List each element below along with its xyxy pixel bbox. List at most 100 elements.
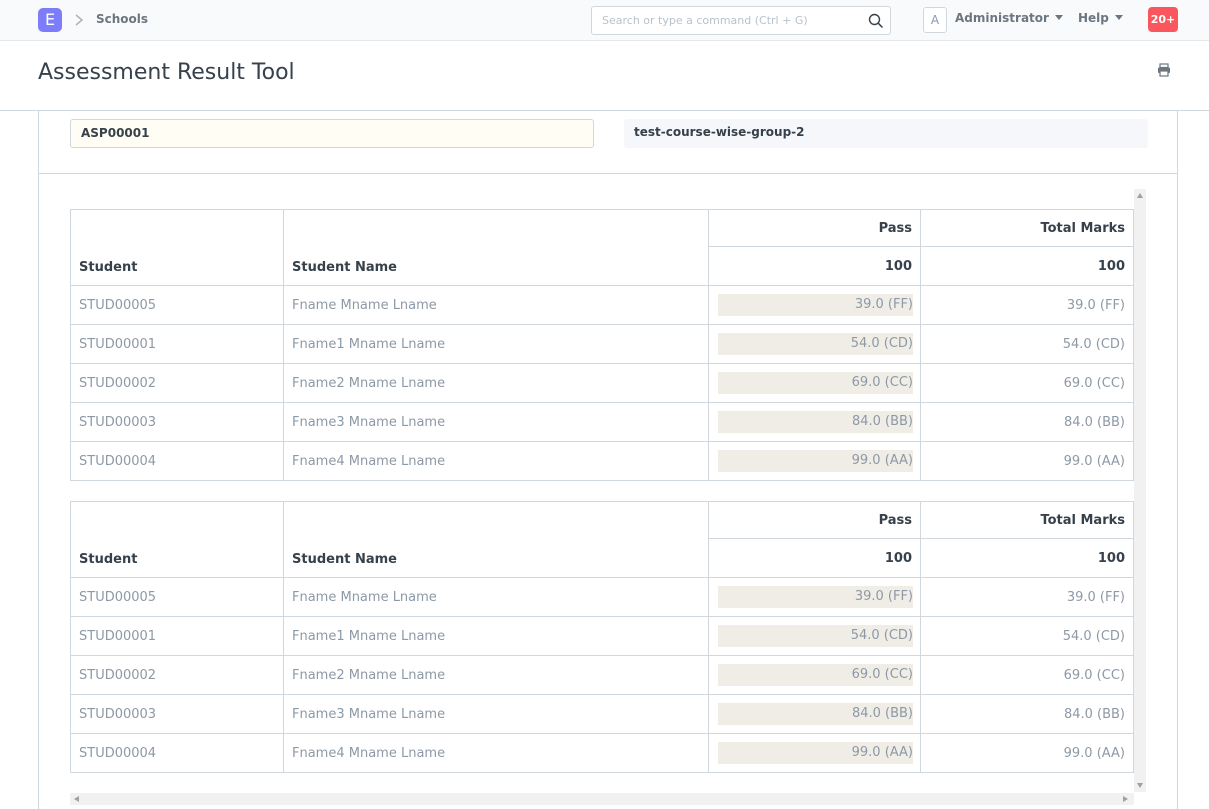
scroll-right-icon[interactable] [1123, 796, 1128, 802]
student-group-field[interactable]: test-course-wise-group-2 [624, 119, 1148, 148]
chevron-right-icon [74, 10, 88, 30]
navbar: E Schools Search or type a command (Ctrl… [0, 0, 1209, 41]
scroll-down-icon[interactable] [1137, 783, 1143, 788]
page-head: Assessment Result Tool [0, 42, 1209, 111]
student-id-cell: STUD00005 [70, 577, 284, 617]
table-row: STUD00005 Fname Mname Lname 39.0 (FF) 39.0 … [70, 285, 1134, 325]
header-total-max: 100 [920, 246, 1134, 286]
notifications-badge[interactable]: 20+ [1148, 7, 1178, 32]
table-row: STUD00003 Fname3 Mname Lname 84.0 (BB) 84.0… [70, 402, 1134, 442]
student-name-cell: Fname Mname Lname [283, 285, 709, 325]
table-row: STUD00004 Fname4 Mname Lname 99.0 (AA) 99.0… [70, 733, 1134, 773]
pass-score-input[interactable]: 39.0 (FF) [718, 586, 913, 608]
student-name-cell: Fname4 Mname Lname [283, 441, 709, 481]
header-pass-max: 100 [708, 246, 921, 286]
header-total-marks: Total Marks [920, 501, 1134, 539]
student-id-cell: STUD00002 [70, 655, 284, 695]
student-name-cell: Fname2 Mname Lname [283, 363, 709, 403]
student-id-cell: STUD00001 [70, 616, 284, 656]
user-menu[interactable]: Administrator [955, 11, 1063, 25]
page-title: Assessment Result Tool [38, 60, 295, 85]
student-name-cell: Fname1 Mname Lname [283, 324, 709, 364]
app-logo[interactable]: E [38, 8, 62, 32]
student-name-cell: Fname4 Mname Lname [283, 733, 709, 773]
total-marks-cell: 39.0 (FF) [920, 577, 1134, 617]
caret-down-icon [1114, 15, 1123, 20]
pass-score-cell[interactable]: 84.0 (BB) [708, 402, 921, 442]
total-marks-cell: 69.0 (CC) [920, 363, 1134, 403]
scroll-up-icon[interactable] [1137, 193, 1143, 198]
result-table: Student Student Name Pass Total Marks 100 100… [70, 501, 1134, 773]
main-frame: ASP00001 test-course-wise-group-2 Studen… [38, 111, 1178, 809]
student-name-cell: Fname2 Mname Lname [283, 655, 709, 695]
pass-score-input[interactable]: 84.0 (BB) [718, 703, 913, 725]
pass-score-cell[interactable]: 54.0 (CD) [708, 324, 921, 364]
student-id-cell: STUD00004 [70, 441, 284, 481]
caret-down-icon [1054, 15, 1063, 20]
scroll-left-icon[interactable] [74, 796, 79, 802]
total-marks-cell: 84.0 (BB) [920, 402, 1134, 442]
student-id-cell: STUD00001 [70, 324, 284, 364]
pass-score-cell[interactable]: 69.0 (CC) [708, 363, 921, 403]
search-input[interactable]: Search or type a command (Ctrl + G) [602, 14, 808, 27]
help-menu[interactable]: Help [1078, 11, 1123, 25]
pass-score-input[interactable]: 99.0 (AA) [718, 450, 913, 472]
total-marks-cell: 54.0 (CD) [920, 616, 1134, 656]
breadcrumb-schools[interactable]: Schools [96, 12, 148, 26]
total-marks-cell: 39.0 (FF) [920, 285, 1134, 325]
search-bar[interactable]: Search or type a command (Ctrl + G) [591, 6, 891, 35]
assessment-plan-field[interactable]: ASP00001 [70, 119, 594, 148]
user-name: Administrator [955, 11, 1049, 25]
help-label: Help [1078, 11, 1109, 25]
table-row: STUD00001 Fname1 Mname Lname 54.0 (CD) 54.0… [70, 616, 1134, 656]
student-name-cell: Fname Mname Lname [283, 577, 709, 617]
horizontal-scrollbar[interactable] [70, 793, 1134, 805]
table-row: STUD00001 Fname1 Mname Lname 54.0 (CD) 54.0… [70, 324, 1134, 364]
header-student-name: Student Name [283, 501, 709, 578]
pass-score-cell[interactable]: 39.0 (FF) [708, 285, 921, 325]
pass-score-input[interactable]: 69.0 (CC) [718, 372, 913, 394]
total-marks-cell: 99.0 (AA) [920, 733, 1134, 773]
result-table: Student Student Name Pass Total Marks 100 100… [70, 209, 1134, 481]
header-total-max: 100 [920, 538, 1134, 578]
pass-score-input[interactable]: 39.0 (FF) [718, 294, 913, 316]
pass-score-cell[interactable]: 99.0 (AA) [708, 733, 921, 773]
pass-score-cell[interactable]: 54.0 (CD) [708, 616, 921, 656]
results-scroll-area[interactable]: Student Student Name Pass Total Marks 100 100… [70, 187, 1148, 807]
print-icon[interactable] [1157, 62, 1171, 77]
student-id-cell: STUD00003 [70, 694, 284, 734]
student-name-cell: Fname1 Mname Lname [283, 616, 709, 656]
student-name-cell: Fname3 Mname Lname [283, 402, 709, 442]
pass-score-input[interactable]: 69.0 (CC) [718, 664, 913, 686]
pass-score-input[interactable]: 84.0 (BB) [718, 411, 913, 433]
table-row: STUD00005 Fname Mname Lname 39.0 (FF) 39.0 … [70, 577, 1134, 617]
search-icon[interactable] [868, 13, 884, 29]
table-row: STUD00004 Fname4 Mname Lname 99.0 (AA) 99.0… [70, 441, 1134, 481]
table-row: STUD00003 Fname3 Mname Lname 84.0 (BB) 84.0… [70, 694, 1134, 734]
table-row: STUD00002 Fname2 Mname Lname 69.0 (CC) 69.0… [70, 655, 1134, 695]
total-marks-cell: 54.0 (CD) [920, 324, 1134, 364]
pass-score-cell[interactable]: 69.0 (CC) [708, 655, 921, 695]
header-student: Student [70, 209, 284, 286]
header-pass: Pass [708, 209, 921, 247]
pass-score-input[interactable]: 99.0 (AA) [718, 742, 913, 764]
student-id-cell: STUD00003 [70, 402, 284, 442]
vertical-scrollbar[interactable] [1134, 189, 1146, 792]
pass-score-cell[interactable]: 99.0 (AA) [708, 441, 921, 481]
student-name-cell: Fname3 Mname Lname [283, 694, 709, 734]
table-row: STUD00002 Fname2 Mname Lname 69.0 (CC) 69.0… [70, 363, 1134, 403]
total-marks-cell: 69.0 (CC) [920, 655, 1134, 695]
student-id-cell: STUD00004 [70, 733, 284, 773]
total-marks-cell: 84.0 (BB) [920, 694, 1134, 734]
student-id-cell: STUD00002 [70, 363, 284, 403]
avatar[interactable]: A [923, 7, 947, 33]
pass-score-input[interactable]: 54.0 (CD) [718, 625, 913, 647]
header-pass: Pass [708, 501, 921, 539]
pass-score-cell[interactable]: 39.0 (FF) [708, 577, 921, 617]
header-total-marks: Total Marks [920, 209, 1134, 247]
total-marks-cell: 99.0 (AA) [920, 441, 1134, 481]
pass-score-input[interactable]: 54.0 (CD) [718, 333, 913, 355]
pass-score-cell[interactable]: 84.0 (BB) [708, 694, 921, 734]
header-student-name: Student Name [283, 209, 709, 286]
student-id-cell: STUD00005 [70, 285, 284, 325]
